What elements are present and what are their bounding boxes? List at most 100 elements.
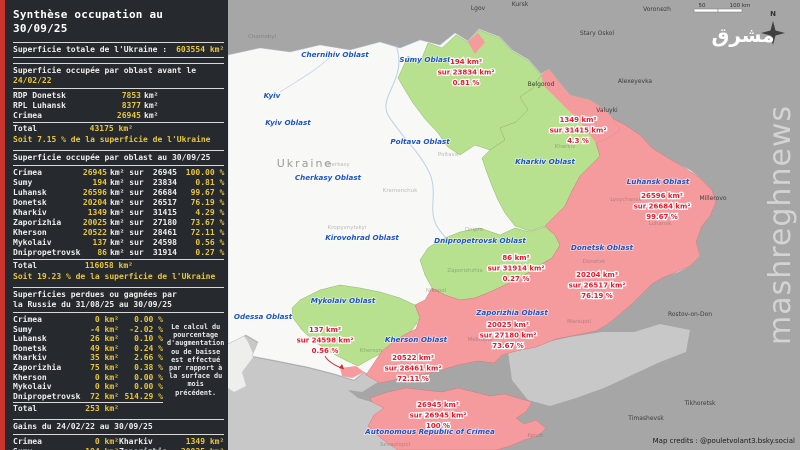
city-label-faint: Luhansk	[649, 221, 673, 227]
occupation-stat-label: sur 26517 km²	[569, 282, 626, 290]
occupation-stat-label: 0.81 %	[453, 79, 480, 87]
infographic: Synthèse occupation au 30/09/25 Superfic…	[0, 0, 800, 450]
section-heading-before: Superficie occupée par oblast avant le 2…	[13, 63, 224, 89]
table-row: Donetsk49 km²0.24 %	[13, 344, 163, 354]
table-row: Sumy194km² sur238340.81 %	[13, 178, 224, 188]
city-label-faint: Kerch	[527, 433, 543, 439]
city-label-faint: Mariupol	[567, 319, 591, 325]
table-row: Luhansk26596km² sur2668499.67 %	[13, 188, 224, 198]
city-label-faint: Kremenchuk	[383, 188, 418, 194]
city-label: Valuyki	[596, 107, 618, 114]
city-label: Belgorod	[528, 81, 555, 88]
occupation-stat-label: sur 28461 km²	[385, 365, 442, 373]
occupation-stat-label: 20025 km²	[487, 321, 529, 329]
total-area-value: 603554 km²	[176, 45, 224, 55]
occupation-stat-label: 1349 km²	[560, 116, 597, 124]
stats-panel: Synthèse occupation au 30/09/25 Superfic…	[0, 0, 228, 450]
oblast-label: Donetsk Oblast	[571, 243, 634, 252]
occupation-stat-label: 99.67 %	[646, 213, 678, 221]
map-canvas: Ukraine Chernihiv OblastSumy OblastKyivK…	[228, 0, 800, 450]
occupation-stat-label: 194 km²	[450, 58, 482, 66]
occupation-stat-label: sur 31415 km²	[550, 127, 607, 135]
compass-n-label: N	[770, 10, 776, 18]
map-credits: Map credits : @pouletvolant3.bsky.social	[653, 437, 795, 445]
table-row: Zaporizhia20025km² sur2718073.67 %	[13, 218, 224, 228]
oblast-label: Sumy Oblast	[399, 55, 451, 64]
occupation-stat-label: 0.56 %	[312, 347, 339, 355]
table-row: Kherson0 km²0.00 %	[13, 373, 163, 383]
table-row: RDP Donetsk7853km²	[13, 91, 224, 101]
occupation-stat-label: 72.11 %	[397, 375, 429, 383]
occupation-stat-label: 100 %	[426, 422, 450, 430]
city-label: Kursk	[512, 1, 529, 8]
oblast-label: Dnipropetrovsk Oblast	[434, 236, 526, 245]
oblast-label: Mykolaiv Oblast	[311, 296, 376, 305]
occupation-stat-label: 76.19 %	[581, 292, 613, 300]
share-note-before: Soit 7.15 % de la superficie de l'Ukrain…	[13, 135, 224, 145]
city-label-faint: Sevastopol	[380, 442, 411, 448]
city-label: Voronezh	[643, 6, 671, 13]
section-heading-current: Superficie occupée par oblast au 30/09/2…	[13, 150, 224, 166]
table-row: RPL Luhansk8377km²	[13, 101, 224, 111]
city-label: Rostov-on-Don	[668, 311, 712, 318]
table-row: Kharkiv35 km²2.66 %	[13, 353, 163, 363]
table-current: Crimea26945km² sur26945100.00 %Sumy194km…	[13, 168, 224, 258]
section-heading-monthly: Superficies perdues ou gagnées par la Ru…	[13, 287, 224, 313]
scale-bar-left	[694, 9, 718, 12]
table-row: Mykolaiv137km² sur245980.56 %	[13, 238, 224, 248]
table-gains: Crimea0 km²Kharkiv1349 km²Sumy194 km²Zap…	[13, 437, 224, 450]
city-label-faint: Zaporizhzhia	[447, 268, 482, 274]
share-note-current: Soit 19.23 % de la superficie de l'Ukrai…	[13, 272, 224, 282]
occupation-stat-label: 137 km²	[309, 326, 341, 334]
table-row: Crimea0 km²0.00 %	[13, 315, 163, 325]
occupation-stat-label: 26596 km²	[641, 192, 683, 200]
occupation-stat-label: 86 km²	[502, 254, 529, 262]
total-area-row: Superficie totale de l'Ukraine : 603554 …	[13, 42, 224, 58]
oblast-label: Kyiv Oblast	[265, 118, 311, 127]
city-label-faint: Dnipro	[465, 227, 484, 233]
city-label: Timashevsk	[627, 415, 664, 422]
table-row: Mykolaiv0 km²0.00 %	[13, 382, 163, 392]
total-row-before: Total 43175 km²	[13, 122, 224, 134]
occupation-stat-label: 20204 km²	[576, 271, 618, 279]
oblast-label: Zaporizhia Oblast	[475, 308, 548, 317]
occupation-stat-label: sur 26945 km²	[410, 412, 467, 420]
section-heading-gains: Gains du 24/02/22 au 30/09/25	[13, 419, 224, 435]
oblast-label: Cherkasy Oblast	[295, 173, 362, 182]
occupation-stat-label: 0.27 %	[503, 275, 530, 283]
table-row: Zaporizhia75 km²0.38 %	[13, 363, 163, 373]
oblast-label: Luhansk Oblast	[627, 177, 690, 186]
occupation-stat-label: sur 31914 km²	[488, 265, 545, 273]
table-row: Crimea26945km² sur26945100.00 %	[13, 168, 224, 178]
brand-logo: مشرق	[711, 23, 774, 47]
scale-label-100km: 100 km	[730, 3, 751, 9]
oblast-label: Kyiv	[264, 91, 281, 100]
total-area-label: Superficie totale de l'Ukraine :	[13, 45, 167, 55]
city-label-faint: Donetsk	[583, 259, 606, 265]
city-label-faint: Cherkasy	[324, 162, 350, 168]
city-label: Alexeyevka	[618, 78, 653, 85]
map-svg: Ukraine Chernihiv OblastSumy OblastKyivK…	[228, 0, 800, 450]
oblast-label: Odessa Oblast	[234, 312, 293, 321]
occupation-stat-label: sur 27180 km²	[480, 332, 537, 340]
occupation-stat-label: 4.3 %	[567, 137, 589, 145]
table-row: Dnipropetrovsk86km² sur319140.27 %	[13, 248, 224, 258]
occupation-stat-label: 73.67 %	[492, 342, 524, 350]
table-row: Kherson20522km² sur2846172.11 %	[13, 228, 224, 238]
oblast-label: Chernihiv Oblast	[301, 50, 369, 59]
occupation-stat-label: 26945 km²	[417, 401, 459, 409]
city-label: Tikhoretsk	[683, 400, 716, 407]
occupation-stat-label: sur 26684 km²	[634, 203, 691, 211]
scale-bar-right	[718, 9, 742, 12]
table-before: RDP Donetsk7853km²RPL Luhansk8377km²Crim…	[13, 91, 224, 121]
table-row: Luhansk26 km²0.10 %	[13, 334, 163, 344]
occupation-stat-label: 20522 km²	[392, 354, 434, 362]
panel-title: Synthèse occupation au 30/09/25	[13, 8, 224, 36]
watermark-text: mashreghnews	[763, 105, 798, 345]
total-row-monthly: Total 253 km²	[13, 402, 163, 414]
occupation-stat-label: sur 23834 km²	[438, 69, 495, 77]
city-label: Millerovo	[699, 195, 726, 202]
scale-label-50: 50	[699, 3, 706, 9]
oblast-label: Poltava Oblast	[390, 137, 450, 146]
city-label-faint: Kherson	[360, 348, 383, 354]
